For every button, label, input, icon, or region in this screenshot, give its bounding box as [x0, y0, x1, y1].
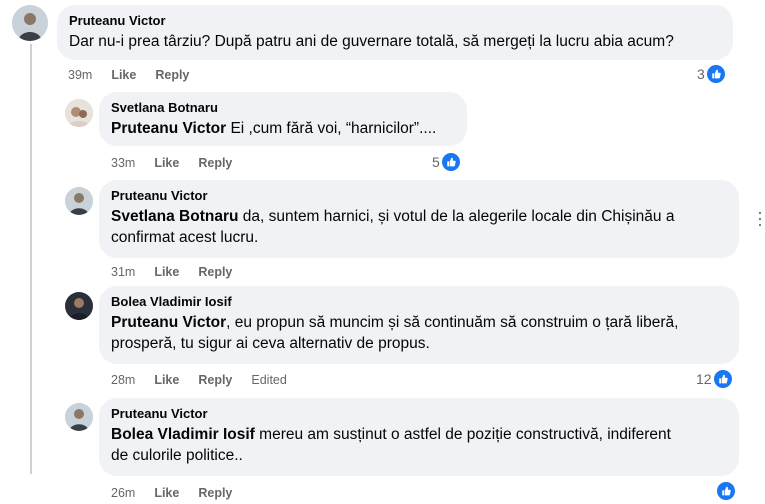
comment-bubble: Pruteanu Victor Svetlana Botnaru da, sun… — [99, 180, 739, 258]
comment-text: Dar nu-i prea târziu? După patru ani de … — [69, 33, 674, 50]
comment-bubble: Bolea Vladimir Iosif Pruteanu Victor, eu… — [99, 286, 739, 364]
like-button[interactable]: Like — [154, 485, 179, 501]
comment-bubble: Pruteanu Victor Bolea Vladimir Iosif mer… — [99, 398, 739, 476]
edited-label[interactable]: Edited — [251, 372, 286, 388]
more-options-icon[interactable]: ··· — [750, 210, 765, 228]
comment-timestamp[interactable]: 31m — [111, 264, 135, 280]
mention-link[interactable]: Svetlana Botnaru — [111, 208, 238, 225]
comment-timestamp[interactable]: 39m — [68, 67, 92, 83]
comment-actions: 39m Like Reply — [68, 67, 208, 83]
like-thumb-icon — [440, 152, 461, 172]
like-button[interactable]: Like — [154, 155, 179, 171]
comment-actions: 31m Like Reply — [111, 264, 251, 280]
avatar[interactable] — [65, 99, 93, 127]
like-button[interactable]: Like — [154, 372, 179, 388]
reaction-count[interactable] — [715, 481, 736, 501]
comment-author[interactable]: Bolea Vladimir Iosif — [111, 294, 727, 310]
reply-button[interactable]: Reply — [198, 155, 232, 171]
like-button[interactable]: Like — [154, 264, 179, 280]
comment-actions: 33m Like Reply — [111, 155, 251, 171]
mention-link[interactable]: Bolea Vladimir Iosif — [111, 426, 255, 443]
reply-button[interactable]: Reply — [198, 372, 232, 388]
comment-author[interactable]: Svetlana Botnaru — [111, 100, 455, 116]
reaction-count[interactable]: 5 — [432, 152, 461, 172]
comment-actions: 28m Like Reply Edited — [111, 372, 306, 388]
reply-button[interactable]: Reply — [198, 264, 232, 280]
thread-line-main — [30, 44, 32, 474]
comment-bubble: Pruteanu Victor Dar nu-i prea târziu? Du… — [57, 5, 733, 60]
comment-author[interactable]: Pruteanu Victor — [111, 188, 727, 204]
comment-text: Bolea Vladimir Iosif mereu am susținut o… — [111, 426, 671, 464]
reaction-count[interactable]: 3 — [697, 64, 726, 84]
reaction-count-value: 3 — [697, 66, 705, 82]
reaction-count[interactable]: 12 — [696, 369, 733, 389]
comment-timestamp[interactable]: 33m — [111, 155, 135, 171]
avatar[interactable] — [65, 403, 93, 431]
comment-text: Svetlana Botnaru da, suntem harnici, și … — [111, 208, 675, 246]
reaction-count-value: 12 — [696, 371, 712, 387]
comment-actions: 26m Like Reply — [111, 485, 251, 501]
comment-timestamp[interactable]: 28m — [111, 372, 135, 388]
like-thumb-icon — [705, 64, 726, 84]
mention-link[interactable]: Pruteanu Victor — [111, 120, 226, 137]
avatar[interactable] — [65, 292, 93, 320]
reply-button[interactable]: Reply — [155, 67, 189, 83]
like-thumb-icon — [712, 369, 733, 389]
like-button[interactable]: Like — [111, 67, 136, 83]
comment-timestamp[interactable]: 26m — [111, 485, 135, 501]
avatar[interactable] — [12, 5, 48, 41]
reply-button[interactable]: Reply — [198, 485, 232, 501]
comment-text: Pruteanu Victor Ei ,cum fără voi, “harni… — [111, 120, 437, 137]
comment-author[interactable]: Pruteanu Victor — [111, 406, 727, 422]
reaction-count-value: 5 — [432, 154, 440, 170]
mention-link[interactable]: Pruteanu Victor — [111, 314, 226, 331]
comment-author[interactable]: Pruteanu Victor — [69, 13, 721, 29]
comment-text: Pruteanu Victor, eu propun să muncim și … — [111, 314, 679, 352]
comment-bubble: Svetlana Botnaru Pruteanu Victor Ei ,cum… — [99, 92, 467, 146]
like-thumb-icon — [716, 481, 736, 501]
avatar[interactable] — [65, 187, 93, 215]
